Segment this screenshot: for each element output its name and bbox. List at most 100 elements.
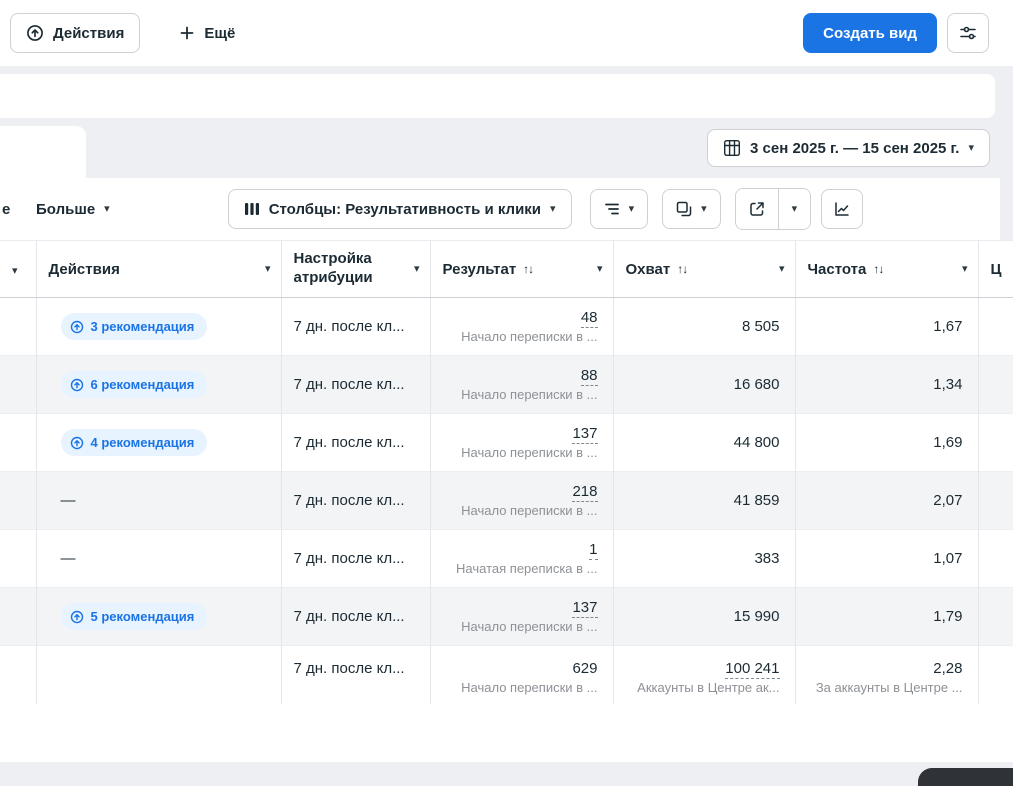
result-value[interactable]: 48: [580, 309, 598, 328]
plus-icon: [179, 25, 195, 41]
filter-strip: [0, 74, 995, 118]
table-row[interactable]: — 7 дн. после кл... 218 Начало переписки…: [0, 471, 1013, 530]
result-total-value: 629: [572, 660, 598, 677]
charts-button[interactable]: [821, 189, 864, 229]
panel-corner-notch: [1000, 178, 1013, 240]
reports-dropdown[interactable]: [662, 189, 721, 229]
frequency-cell: 1,69: [794, 413, 978, 472]
more-dropdown-label: Больше: [36, 200, 96, 218]
reach-cell: 16 680: [612, 355, 795, 414]
more-dropdown[interactable]: Больше: [28, 189, 118, 229]
result-cell: 137 Начало переписки в ...: [429, 587, 613, 646]
recommendation-badge[interactable]: 4 рекомендация: [60, 429, 208, 456]
attribution-cell: 7 дн. после кл...: [280, 471, 430, 530]
create-view-label: Создать вид: [823, 24, 917, 42]
column-label: Настройка атрибуции: [293, 250, 373, 286]
recommendation-badge[interactable]: 3 рекомендация: [60, 313, 208, 340]
frequency-cell: 2,28 За аккаунты в Центре ...: [794, 645, 978, 704]
table-row[interactable]: — 7 дн. после кл... 1 Начатая переписка …: [0, 529, 1013, 588]
totals-row[interactable]: 7 дн. после кл... 629 Начало переписки в…: [0, 645, 1013, 704]
chevron-down-icon[interactable]: [265, 264, 271, 275]
actions-button[interactable]: Действия: [10, 13, 141, 53]
result-cell: 137 Начало переписки в ...: [429, 413, 613, 472]
tabs-row: 3 сен 2025 г. — 15 сен 2025 г.: [0, 118, 1013, 178]
chevron-down-icon[interactable]: [597, 264, 603, 275]
more-label: Ещё: [204, 24, 236, 42]
boost-icon: [70, 378, 84, 392]
column-label: Результат: [442, 260, 517, 278]
column-header-reach[interactable]: Охват: [612, 241, 795, 298]
sort-icon[interactable]: [677, 262, 687, 276]
table-toolbar: е Больше Столбцы: Результативность и кли…: [0, 178, 1013, 241]
active-tab-partial[interactable]: [0, 126, 86, 178]
reach-cell: 15 990: [612, 587, 795, 646]
export-button[interactable]: [735, 189, 778, 229]
column-header-stub[interactable]: [0, 241, 36, 298]
recommendation-badge[interactable]: 6 рекомендация: [60, 371, 208, 398]
chevron-down-icon[interactable]: [962, 264, 968, 275]
column-header-actions[interactable]: Действия: [35, 241, 281, 298]
campaigns-table-panel: е Больше Столбцы: Результативность и кли…: [0, 178, 1013, 762]
column-label: Охват: [625, 260, 671, 278]
table-row[interactable]: 5 рекомендация 7 дн. после кл... 137 Нач…: [0, 587, 1013, 646]
clipped-corner-widget[interactable]: [918, 768, 1013, 786]
column-header-clipped[interactable]: Ц: [977, 241, 1013, 298]
frequency-cell: 1,79: [794, 587, 978, 646]
frequency-cell: 1,07: [794, 529, 978, 588]
actions-cell: 4 рекомендация: [35, 413, 281, 472]
result-cell: 1 Начатая переписка в ...: [429, 529, 613, 588]
settings-button[interactable]: [947, 13, 989, 53]
result-value[interactable]: 1: [589, 541, 598, 560]
no-actions-dash: —: [60, 550, 76, 567]
column-header-attribution[interactable]: Настройка атрибуции: [280, 241, 430, 298]
recommendation-badge[interactable]: 5 рекомендация: [60, 603, 208, 630]
more-button[interactable]: Ещё: [164, 13, 250, 53]
result-subtext: Начало переписки в ...: [461, 387, 598, 402]
result-value[interactable]: 218: [572, 483, 598, 502]
frequency-total-subtext: За аккаунты в Центре ...: [815, 680, 963, 695]
result-subtext: Начало переписки в ...: [461, 329, 598, 344]
sort-icon[interactable]: [523, 262, 533, 276]
attribution-cell: 7 дн. после кл...: [280, 413, 430, 472]
badge-label: 5 рекомендация: [90, 609, 195, 624]
frequency-cell: 1,67: [794, 297, 978, 356]
result-value[interactable]: 88: [580, 367, 598, 386]
table-row[interactable]: 3 рекомендация 7 дн. после кл... 48 Нача…: [0, 297, 1013, 356]
sliders-icon: [958, 23, 978, 43]
badge-label: 3 рекомендация: [90, 319, 195, 334]
no-actions-dash: —: [60, 492, 76, 509]
result-subtext: Начало переписки в ...: [461, 445, 598, 460]
attribution-cell: 7 дн. после кл...: [280, 529, 430, 588]
result-subtext: Начатая переписка в ...: [456, 561, 598, 576]
export-icon: [749, 201, 765, 217]
column-header-frequency[interactable]: Частота: [794, 241, 978, 298]
table-row[interactable]: 6 рекомендация 7 дн. после кл... 88 Нача…: [0, 355, 1013, 414]
result-value[interactable]: 137: [572, 599, 598, 618]
frequency-total-value: 2,28: [933, 660, 963, 677]
reach-cell: 383: [612, 529, 795, 588]
result-subtext: Начало переписки в ...: [461, 503, 598, 518]
export-options-button[interactable]: [777, 189, 811, 229]
export-button-group: [734, 188, 812, 230]
result-value[interactable]: 137: [572, 425, 598, 444]
breakdown-dropdown[interactable]: [589, 189, 649, 229]
top-action-bar: Действия Ещё Создать вид: [0, 0, 1013, 66]
chevron-down-icon[interactable]: [12, 266, 18, 277]
calendar-grid-icon: [723, 139, 741, 157]
columns-icon: [244, 201, 260, 217]
column-header-result[interactable]: Результат: [429, 241, 613, 298]
reach-cell: 41 859: [612, 471, 795, 530]
clipped-left-button[interactable]: е: [0, 201, 16, 218]
columns-dropdown[interactable]: Столбцы: Результативность и клики: [227, 189, 572, 229]
chevron-down-icon[interactable]: [779, 264, 785, 275]
create-view-button[interactable]: Создать вид: [803, 13, 937, 53]
sort-icon[interactable]: [873, 262, 883, 276]
date-range-picker[interactable]: 3 сен 2025 г. — 15 сен 2025 г.: [707, 129, 990, 167]
result-cell: 88 Начало переписки в ...: [429, 355, 613, 414]
chevron-down-icon[interactable]: [414, 264, 420, 275]
table-row[interactable]: 4 рекомендация 7 дн. после кл... 137 Нач…: [0, 413, 1013, 472]
reach-total-value[interactable]: 100 241: [725, 660, 780, 679]
reports-icon: [676, 201, 692, 217]
actions-label: Действия: [53, 24, 125, 42]
actions-cell: —: [35, 529, 281, 588]
